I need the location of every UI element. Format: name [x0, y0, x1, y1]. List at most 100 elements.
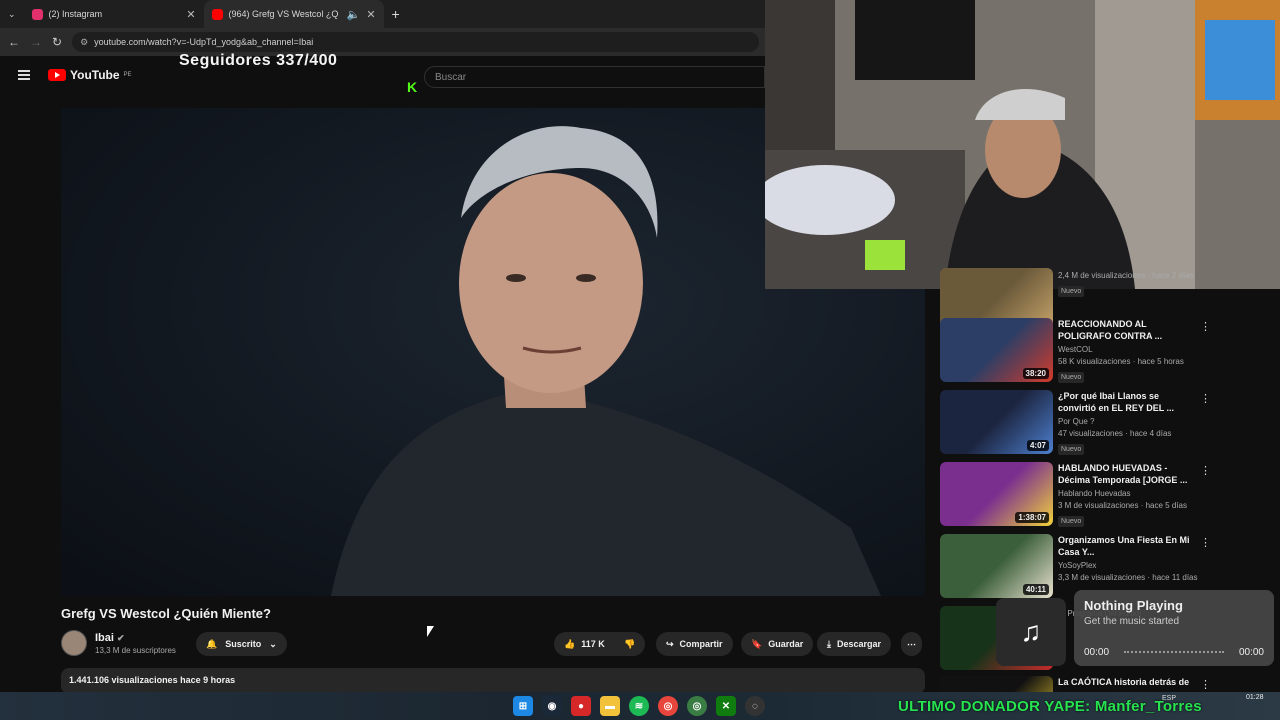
recommendation-channel[interactable]: WestCOL: [1058, 345, 1198, 354]
xbox-icon[interactable]: ✕: [716, 696, 736, 716]
dislike-button[interactable]: 👎: [614, 632, 646, 656]
recommendation-views: 2,4 M de visualizaciones · hace 2 días: [1058, 271, 1194, 280]
browser-tab-bar: ⌄ (2) Instagram ✕ (964) Grefg VS Westcol…: [0, 0, 765, 28]
tab-list-chevron-icon[interactable]: ⌄: [0, 9, 24, 20]
verified-icon: ✔: [117, 632, 125, 643]
more-options-icon[interactable]: ⋮: [1200, 392, 1211, 405]
new-badge: Nuevo: [1058, 286, 1085, 297]
instagram-icon: [31, 8, 43, 20]
video-duration: 1:38:07: [1015, 512, 1049, 523]
kick-logo-icon: K: [406, 79, 418, 95]
channel-info: Ibai ✔ 13,3 M de suscriptores: [61, 630, 176, 656]
chevron-down-icon: ⌄: [269, 638, 277, 649]
more-options-icon[interactable]: ⋮: [1200, 678, 1211, 691]
share-label: Compartir: [679, 639, 723, 649]
video-duration: 40:11: [1022, 584, 1049, 595]
more-icon: ⋯: [907, 638, 916, 649]
more-actions-button[interactable]: ⋯: [901, 632, 922, 656]
recommendation-item[interactable]: 38:20 REACCIONANDO AL POLIGRAFO CONTRA .…: [940, 318, 1220, 384]
youtube-header: YouTube PE Buscar: [0, 56, 765, 94]
recommendation-item[interactable]: 4:07 ¿Por qué Ibai Llanos se convirtió e…: [940, 390, 1220, 456]
recommendation-channel[interactable]: Por Que ?: [1058, 417, 1198, 426]
folder-icon[interactable]: ▬: [600, 696, 620, 716]
reload-icon[interactable]: ↻: [52, 35, 62, 49]
channel-name[interactable]: Ibai ✔: [95, 632, 176, 644]
address-bar: ← → ↻ ⚙ youtube.com/watch?v=-UdpTd_yodg&…: [0, 28, 765, 56]
video-thumbnail[interactable]: 1:38:07: [940, 462, 1053, 526]
subscribed-label: Suscrito: [225, 639, 262, 649]
search-input[interactable]: Buscar: [424, 66, 765, 88]
download-label: Descargar: [836, 639, 882, 649]
chrome-icon[interactable]: ◎: [658, 696, 678, 716]
subscriber-count: 13,3 M de suscriptores: [95, 645, 176, 655]
language-indicator[interactable]: ESP: [1162, 695, 1176, 702]
progress-bar[interactable]: [1124, 651, 1224, 654]
share-button[interactable]: ↪ Compartir: [656, 632, 733, 656]
video-thumbnail[interactable]: 40:11: [940, 534, 1053, 598]
windows-start-icon[interactable]: ⊞: [513, 696, 533, 716]
logo-text: YouTube: [70, 68, 120, 82]
chrome-active-icon[interactable]: ◎: [687, 696, 707, 716]
new-badge: Nuevo: [1058, 516, 1085, 527]
followers-overlay: Seguidores 337/400: [179, 52, 338, 69]
recommendation-title[interactable]: ¿Por qué Ibai Llanos se convirtió en EL …: [1058, 390, 1198, 414]
like-count: 117 K: [581, 639, 605, 649]
save-button[interactable]: 🔖 Guardar: [741, 632, 814, 656]
channel-avatar[interactable]: [61, 630, 87, 656]
new-badge: Nuevo: [1058, 372, 1085, 383]
tab-youtube[interactable]: (964) Grefg VS Westcol ¿Q 🔈 ✕: [203, 0, 384, 28]
subscribed-button[interactable]: 🔔 Suscrito ⌄: [196, 632, 287, 656]
video-thumbnail[interactable]: 38:20: [940, 318, 1053, 382]
new-tab-icon[interactable]: +: [384, 6, 408, 22]
time-start: 00:00: [1084, 647, 1110, 658]
url-text: youtube.com/watch?v=-UdpTd_yodg&ab_chann…: [94, 37, 314, 47]
webcam-scene: [765, 0, 1280, 289]
time-end: 00:00: [1238, 647, 1264, 658]
back-arrow-icon[interactable]: ←: [8, 35, 20, 49]
donor-banner: ULTIMO DONADOR YAPE: Manfer_Torres: [898, 698, 1202, 715]
spotify-icon[interactable]: ≋: [629, 696, 649, 716]
more-options-icon[interactable]: ⋮: [1200, 320, 1211, 333]
site-info-icon[interactable]: ⚙: [80, 37, 88, 48]
thumbs-up-icon: 👍: [564, 638, 576, 649]
youtube-logo[interactable]: YouTube PE: [48, 68, 132, 82]
bookmark-icon: 🔖: [751, 638, 763, 649]
mouse-cursor-icon: [427, 626, 434, 637]
recommendation-channel[interactable]: Hablando Huevadas: [1058, 489, 1198, 498]
recommendation-title[interactable]: Organizamos Una Fiesta En Mi Casa Y...: [1058, 534, 1198, 558]
menu-icon[interactable]: [18, 70, 30, 80]
recommendation-views: 3,3 M de visualizaciones · hace 11 días: [1058, 573, 1198, 582]
tab-title: (2) Instagram: [48, 9, 103, 19]
steam-icon[interactable]: ◉: [542, 696, 562, 716]
close-tab-icon[interactable]: ✕: [186, 8, 195, 21]
recommendation-views: 58 K visualizaciones · hace 5 horas: [1058, 357, 1184, 366]
save-label: Guardar: [768, 639, 804, 649]
recommendation-title[interactable]: La CAÓTICA historia detrás de: [1058, 676, 1198, 688]
now-playing-widget: Nothing Playing Get the music started 00…: [1074, 590, 1274, 666]
bell-icon: 🔔: [206, 638, 218, 649]
recommendation-channel[interactable]: YoSoyPlex: [1058, 561, 1198, 570]
close-tab-icon[interactable]: ✕: [366, 8, 375, 21]
recommendation-title[interactable]: REACCIONANDO AL POLIGRAFO CONTRA ...: [1058, 318, 1198, 342]
youtube-play-icon: [48, 69, 66, 81]
url-field[interactable]: ⚙ youtube.com/watch?v=-UdpTd_yodg&ab_cha…: [72, 32, 759, 52]
video-thumbnail[interactable]: 4:07: [940, 390, 1053, 454]
obs-icon[interactable]: ◌: [745, 696, 765, 716]
youtube-icon: [211, 8, 223, 20]
clock[interactable]: 01:28: [1246, 694, 1264, 701]
forward-arrow-icon[interactable]: →: [30, 35, 42, 49]
logo-region: PE: [123, 72, 132, 78]
video-duration: 4:07: [1026, 440, 1049, 451]
description-box[interactable]: 1.441.106 visualizaciones hace 9 horas: [61, 668, 925, 694]
download-button[interactable]: ⤓ Descargar: [817, 632, 892, 656]
more-options-icon[interactable]: ⋮: [1200, 536, 1211, 549]
tab-instagram[interactable]: (2) Instagram ✕: [24, 0, 204, 28]
more-options-icon[interactable]: ⋮: [1200, 464, 1211, 477]
like-button[interactable]: 👍 117 K: [554, 632, 615, 656]
recommendation-views: 3 M de visualizaciones · hace 5 días: [1058, 501, 1187, 510]
music-note-icon: ♫: [996, 598, 1066, 666]
red-app-icon[interactable]: ●: [571, 696, 591, 716]
recommendation-title[interactable]: HABLANDO HUEVADAS - Décima Temporada [JO…: [1058, 462, 1198, 486]
speaker-icon[interactable]: 🔈: [347, 8, 361, 21]
recommendation-item[interactable]: 1:38:07 HABLANDO HUEVADAS - Décima Tempo…: [940, 462, 1220, 528]
